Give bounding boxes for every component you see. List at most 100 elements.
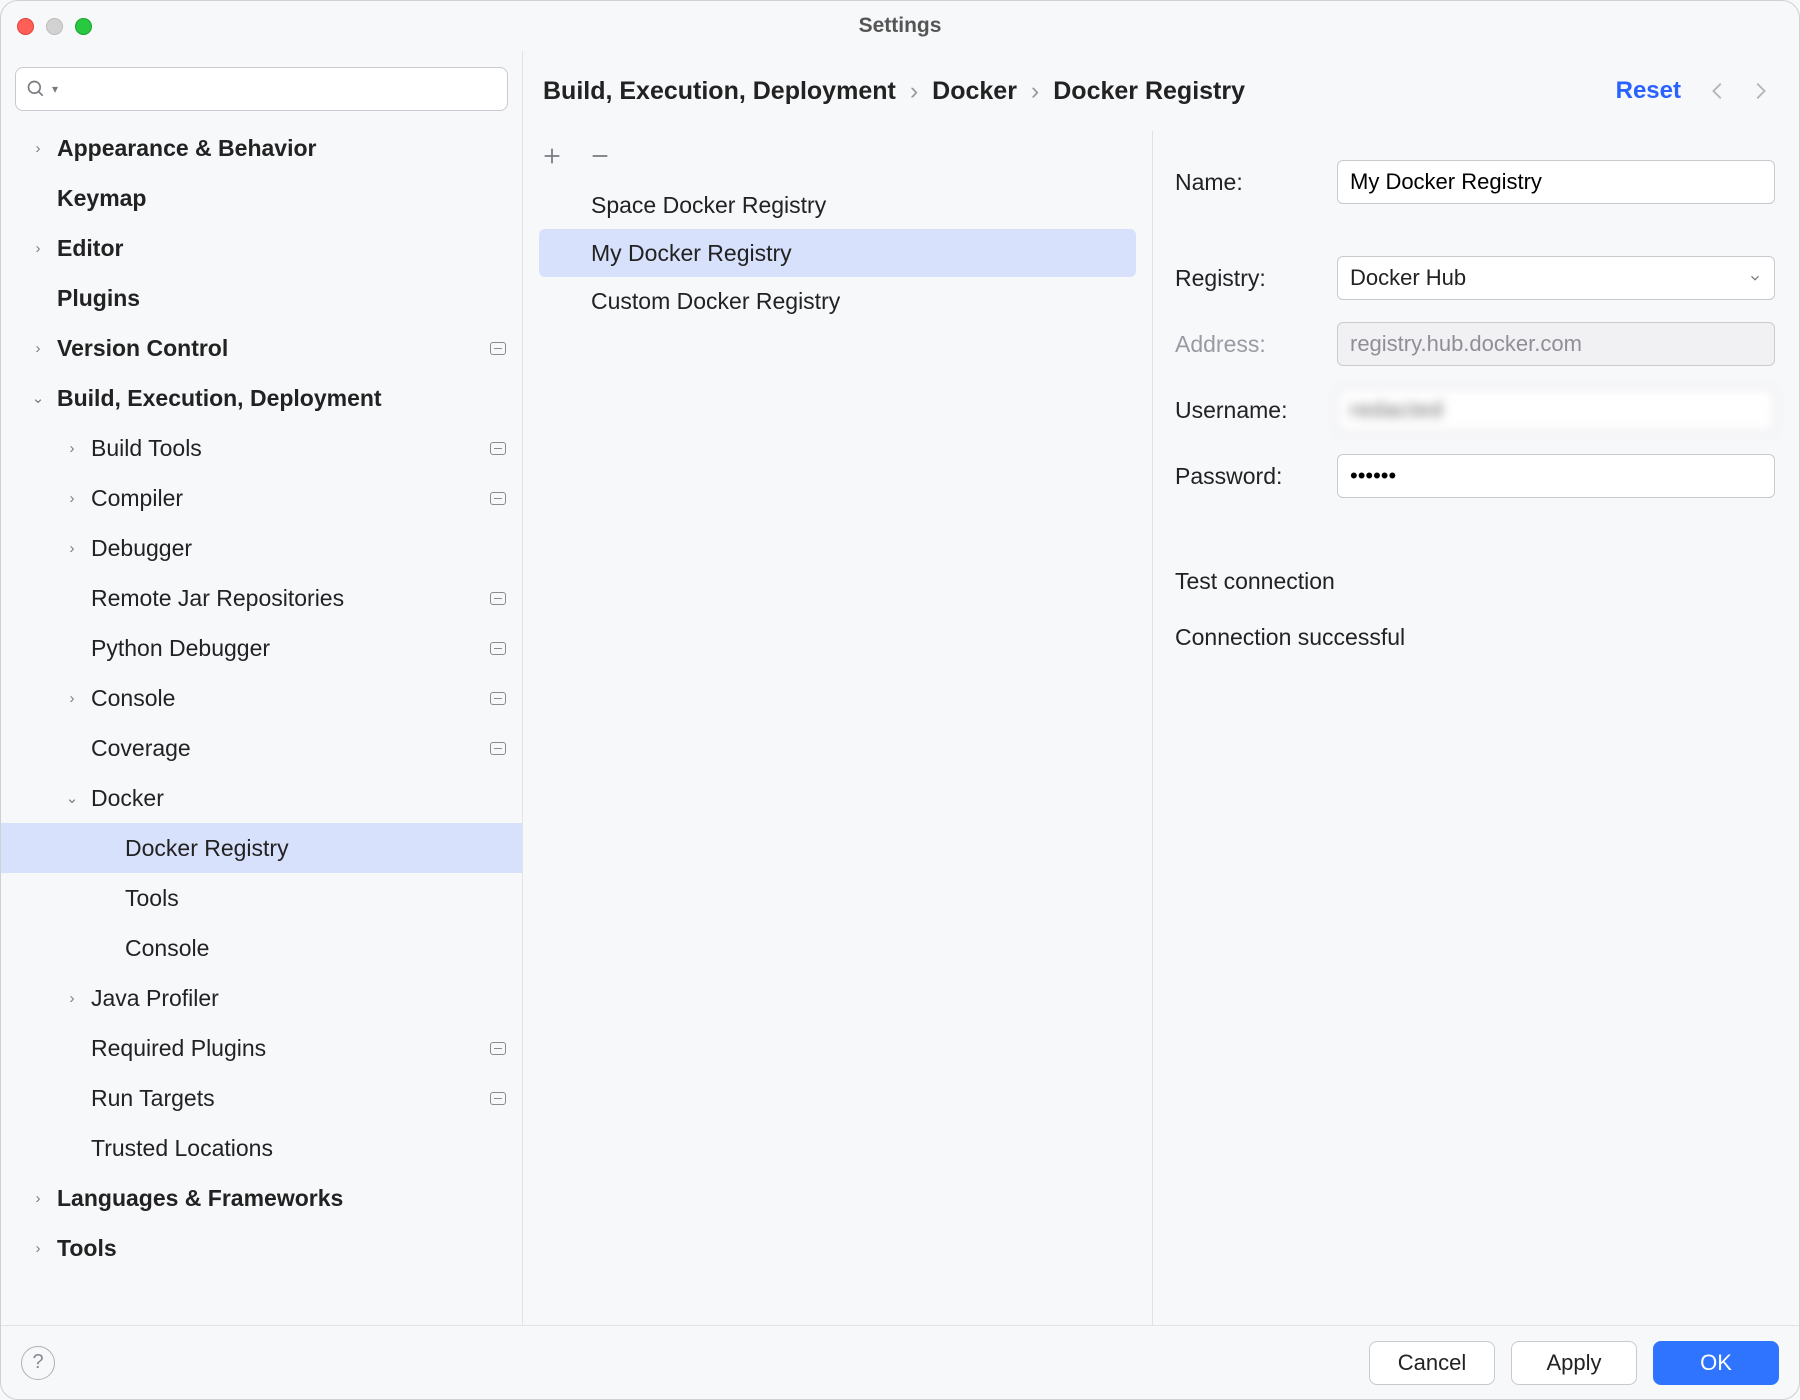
add-registry-button[interactable]	[541, 145, 563, 167]
sidebar-item-label: Debugger	[91, 535, 192, 562]
settings-search[interactable]: ▾	[15, 67, 508, 111]
chevron-right-icon: ›	[63, 440, 81, 457]
sidebar-item-keymap[interactable]: ·Keymap	[1, 173, 522, 223]
minimize-window-button[interactable]	[46, 18, 63, 35]
sidebar-item-build-tools[interactable]: ›Build Tools	[1, 423, 522, 473]
sidebar-item-console[interactable]: ·Console	[1, 923, 522, 973]
address-input	[1337, 322, 1775, 366]
chevron-right-icon: ›	[63, 540, 81, 557]
username-input[interactable]	[1337, 388, 1775, 432]
nav-arrows	[1681, 80, 1771, 102]
sidebar-item-languages-frameworks[interactable]: ›Languages & Frameworks	[1, 1173, 522, 1223]
maximize-window-button[interactable]	[75, 18, 92, 35]
close-window-button[interactable]	[17, 18, 34, 35]
sidebar-item-coverage[interactable]: ·Coverage	[1, 723, 522, 773]
chevron-right-icon: ›	[29, 340, 47, 357]
sidebar-item-docker[interactable]: ⌄Docker	[1, 773, 522, 823]
window-controls	[17, 18, 92, 35]
sidebar-item-label: Remote Jar Repositories	[91, 585, 344, 612]
sidebar-item-required-plugins[interactable]: ·Required Plugins	[1, 1023, 522, 1073]
project-scope-icon	[490, 742, 506, 755]
registry-list-panel: Space Docker RegistryMy Docker RegistryC…	[523, 131, 1153, 1325]
password-label: Password:	[1175, 463, 1317, 490]
project-scope-icon	[490, 492, 506, 505]
sidebar-item-label: Tools	[125, 885, 179, 912]
settings-sidebar: ▾ › Appearance & Behavior ·Keymap › Editor ·P…	[1, 51, 523, 1325]
breadcrumb-item[interactable]: Build, Execution, Deployment	[543, 77, 896, 106]
registry-item-space-docker-registry[interactable]: Space Docker Registry	[539, 181, 1136, 229]
sidebar-item-appearance-behavior[interactable]: › Appearance & Behavior	[1, 123, 522, 173]
search-input[interactable]	[64, 78, 497, 101]
registry-item-my-docker-registry[interactable]: My Docker Registry	[539, 229, 1136, 277]
sidebar-item-label: Editor	[57, 235, 123, 262]
project-scope-icon	[490, 442, 506, 455]
sidebar-item-docker-registry[interactable]: ·Docker Registry	[1, 823, 522, 873]
chevron-down-icon: ⌄	[63, 789, 81, 807]
project-scope-icon	[490, 642, 506, 655]
chevron-right-icon: ›	[63, 690, 81, 707]
sidebar-item-label: Tools	[57, 1235, 117, 1262]
chevron-right-icon: ›	[29, 140, 47, 157]
sidebar-item-label: Java Profiler	[91, 985, 219, 1012]
sidebar-item-debugger[interactable]: › Debugger	[1, 523, 522, 573]
reset-button[interactable]: Reset	[1616, 77, 1681, 105]
remove-registry-button[interactable]	[589, 145, 611, 167]
sidebar-item-build-execution-deployment[interactable]: ⌄Build, Execution, Deployment	[1, 373, 522, 423]
sidebar-item-editor[interactable]: › Editor	[1, 223, 522, 273]
sidebar-item-label: Trusted Locations	[91, 1135, 273, 1162]
detail-header: Build, Execution, Deployment › Docker › …	[523, 51, 1799, 131]
forward-icon[interactable]	[1749, 80, 1771, 102]
registry-label: Registry:	[1175, 265, 1317, 292]
apply-button[interactable]: Apply	[1511, 1341, 1637, 1385]
sidebar-item-tools[interactable]: ·Tools	[1, 873, 522, 923]
chevron-right-icon: ›	[29, 240, 47, 257]
connection-status: Connection successful	[1175, 624, 1405, 651]
chevron-right-icon: ›	[63, 490, 81, 507]
sidebar-item-label: Plugins	[57, 285, 140, 312]
sidebar-item-java-profiler[interactable]: ›Java Profiler	[1, 973, 522, 1023]
registry-select[interactable]: Docker Hub	[1337, 256, 1775, 300]
password-input[interactable]	[1337, 454, 1775, 498]
registry-item-custom-docker-registry[interactable]: Custom Docker Registry	[539, 277, 1136, 325]
titlebar: Settings	[1, 1, 1799, 51]
sidebar-item-tools[interactable]: › Tools	[1, 1223, 522, 1273]
window-body: ▾ › Appearance & Behavior ·Keymap › Editor ·P…	[1, 51, 1799, 1325]
settings-tree: › Appearance & Behavior ·Keymap › Editor ·Plu…	[1, 123, 522, 1325]
registry-select-value: Docker Hub	[1350, 265, 1466, 291]
sidebar-item-version-control[interactable]: ›Version Control	[1, 323, 522, 373]
cancel-button[interactable]: Cancel	[1369, 1341, 1495, 1385]
project-scope-icon	[490, 342, 506, 355]
sidebar-item-run-targets[interactable]: ·Run Targets	[1, 1073, 522, 1123]
help-button[interactable]: ?	[21, 1346, 55, 1380]
chevron-down-icon: ⌄	[29, 389, 47, 407]
search-dropdown-caret[interactable]: ▾	[52, 82, 58, 96]
project-scope-icon	[490, 592, 506, 605]
test-connection-link[interactable]: Test connection	[1175, 568, 1335, 595]
breadcrumb-item[interactable]: Docker	[932, 77, 1017, 106]
project-scope-icon	[490, 1092, 506, 1105]
back-icon[interactable]	[1707, 80, 1729, 102]
chevron-right-icon: ›	[29, 1240, 47, 1257]
breadcrumb-sep: ›	[910, 77, 918, 106]
sidebar-item-label: Appearance & Behavior	[57, 135, 316, 162]
sidebar-item-console[interactable]: ›Console	[1, 673, 522, 723]
sidebar-item-label: Docker Registry	[125, 835, 289, 862]
breadcrumb-item[interactable]: Docker Registry	[1053, 77, 1245, 106]
sidebar-item-label: Run Targets	[91, 1085, 215, 1112]
breadcrumb: Build, Execution, Deployment › Docker › …	[543, 77, 1616, 106]
sidebar-item-label: Languages & Frameworks	[57, 1185, 343, 1212]
sidebar-item-label: Coverage	[91, 735, 191, 762]
sidebar-item-python-debugger[interactable]: ·Python Debugger	[1, 623, 522, 673]
sidebar-item-label: Python Debugger	[91, 635, 270, 662]
sidebar-item-trusted-locations[interactable]: ·Trusted Locations	[1, 1123, 522, 1173]
name-input[interactable]	[1337, 160, 1775, 204]
name-label: Name:	[1175, 169, 1317, 196]
sidebar-item-plugins[interactable]: ·Plugins	[1, 273, 522, 323]
dialog-footer: ? Cancel Apply OK	[1, 1325, 1799, 1399]
ok-button[interactable]: OK	[1653, 1341, 1779, 1385]
sidebar-item-remote-jar-repositories[interactable]: ·Remote Jar Repositories	[1, 573, 522, 623]
sidebar-item-compiler[interactable]: › Compiler	[1, 473, 522, 523]
registry-list: Space Docker RegistryMy Docker RegistryC…	[523, 181, 1152, 1325]
registry-form: Name: Registry: Docker Hub Ad	[1153, 131, 1799, 1325]
sidebar-item-label: Compiler	[91, 485, 183, 512]
